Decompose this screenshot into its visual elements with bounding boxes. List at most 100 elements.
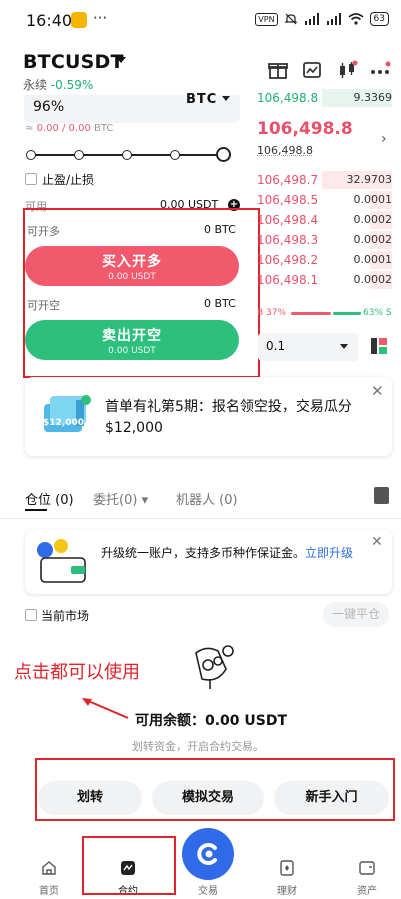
more-options-icon[interactable] (369, 59, 391, 81)
annotation-text: 点击都可以使用 (14, 662, 140, 683)
amount-percent-value[interactable]: 96% (33, 99, 64, 115)
order-history-icon[interactable] (374, 487, 389, 504)
buy-ratio: B 37% (257, 308, 287, 318)
ask-price[interactable]: 106,498.3 (257, 233, 318, 247)
status-time: 16:40 (26, 11, 73, 30)
nav-home-label[interactable]: 首页 (29, 882, 69, 897)
promo-illustration-icon (44, 395, 91, 432)
ask-price[interactable]: 106,498.1 (257, 273, 318, 287)
current-market-checkbox[interactable] (25, 609, 37, 621)
promo-badge: $12,000 (43, 418, 84, 428)
tab-orders-label: 委托 (93, 493, 120, 508)
orderbook-top-qty: 9.3369 (353, 91, 393, 104)
tab-active-underline (25, 509, 47, 511)
mark-price: 106,498.8 (257, 144, 313, 157)
unified-close-icon[interactable]: ✕ (371, 534, 383, 550)
tab-orders[interactable]: 委托(0) ▾ (93, 489, 148, 508)
balance-unit: BTC (90, 123, 114, 134)
battery-icon: 63 (369, 12, 389, 26)
tab-bots[interactable]: 机器人 (0) (176, 489, 238, 508)
slider-node-25[interactable] (74, 150, 84, 160)
calculator-icon[interactable] (301, 59, 323, 81)
ask-qty: 32.9703 (346, 173, 393, 186)
notification-app-icon (71, 12, 87, 28)
promo-close-icon[interactable]: ✕ (371, 382, 384, 400)
pair-dropdown-caret-icon[interactable] (116, 57, 126, 63)
candlestick-chart-icon[interactable] (336, 59, 358, 81)
status-bar: 16:40 ··· VPN 63 (0, 0, 401, 40)
ask-qty: 0.0002 (353, 273, 393, 286)
depth-precision-value[interactable]: 0.1 (266, 339, 285, 353)
current-market-label[interactable]: 当前市场 (41, 607, 89, 624)
balance-approx: ≈ (25, 123, 37, 134)
finance-icon[interactable] (279, 860, 295, 876)
orderbook-top-price[interactable]: 106,498.8 (257, 91, 318, 105)
empty-robot-icon (195, 645, 234, 689)
unified-account-desc: 升级统一账户，支持多币种作保证金。 (101, 546, 306, 560)
close-all-button[interactable]: 一键平仓 (323, 602, 389, 627)
beginner-guide-button[interactable]: 新手入门 (274, 781, 389, 815)
promo-text[interactable]: 首单有礼第5期：报名领空投，交易瓜分$12,000 (105, 397, 365, 439)
assets-icon[interactable] (359, 860, 375, 876)
tab-divider (0, 518, 401, 519)
sell-ratio: 63% S (363, 308, 392, 318)
upgrade-now-link[interactable]: 立即升级 (305, 546, 353, 560)
ask-qty: 0.0002 (353, 233, 393, 246)
pair-subtitle: 永续 -0.59% (23, 76, 93, 93)
tab-bots-label: 机器人 (176, 493, 216, 508)
wallet-illustration-icon (37, 539, 86, 583)
coin-unit-select[interactable]: BTC (186, 92, 217, 107)
slider-node-75[interactable] (170, 150, 180, 160)
annotation-frame-contract-tab (82, 836, 176, 895)
tab-positions-count: (0) (55, 493, 74, 508)
vpn-icon: VPN (255, 12, 278, 26)
contract-type: 永续 (23, 78, 48, 92)
ask-price[interactable]: 106,498.7 (257, 173, 318, 187)
transfer-button[interactable]: 划转 (38, 781, 142, 815)
balance-line: ≈ 0.00 / 0.00 BTC (25, 123, 113, 134)
tpsl-label[interactable]: 止盈/止损 (42, 171, 94, 188)
unified-account-text: 升级统一账户，支持多币种作保证金。立即升级 (101, 544, 366, 563)
price-change: -0.59% (50, 78, 94, 92)
ask-price[interactable]: 106,498.2 (257, 253, 318, 267)
ask-qty: 0.0002 (353, 213, 393, 226)
annotation-arrow-icon (82, 698, 129, 719)
gift-icon[interactable] (267, 59, 289, 81)
slider-node-50[interactable] (122, 150, 132, 160)
trade-logo-icon (197, 843, 217, 865)
signal-icon (304, 13, 319, 25)
buy-ratio-bar (291, 312, 331, 315)
ask-qty: 0.0001 (353, 193, 393, 206)
available-balance: 可用余额：0.00 USDT (135, 713, 288, 729)
tab-orders-count: (0) (119, 493, 138, 508)
tpsl-checkbox[interactable] (25, 173, 37, 185)
wifi-icon (348, 13, 364, 25)
pair-title[interactable]: BTCUSDT (23, 51, 124, 73)
tab-orders-caret-icon[interactable]: ▾ (142, 493, 149, 508)
slider-node-0[interactable] (26, 150, 36, 160)
tab-positions-label: 仓位 (25, 493, 52, 508)
demo-trading-button[interactable]: 模拟交易 (152, 781, 264, 815)
depth-dropdown-caret-icon[interactable] (340, 344, 348, 349)
last-price[interactable]: 106,498.8 (257, 119, 353, 139)
chevron-right-icon[interactable]: › (381, 131, 387, 147)
status-more-dots: ··· (93, 9, 108, 27)
nav-assets-label[interactable]: 资产 (347, 882, 387, 897)
ask-price[interactable]: 106,498.5 (257, 193, 318, 207)
tab-positions[interactable]: 仓位 (0) (25, 489, 74, 508)
status-indicators: VPN 63 (255, 12, 389, 26)
home-icon[interactable] (41, 860, 57, 876)
nav-finance-label[interactable]: 理财 (267, 882, 307, 897)
coin-dropdown-caret-icon[interactable] (222, 96, 230, 101)
slider-knob[interactable] (216, 147, 231, 162)
sell-ratio-bar (333, 312, 361, 315)
signal-icon-2 (326, 13, 341, 25)
ask-qty: 0.0001 (353, 253, 393, 266)
nav-trade-label[interactable]: 交易 (188, 882, 228, 897)
transfer-hint: 划转资金，开启合约交易。 (132, 740, 264, 753)
ask-price[interactable]: 106,498.4 (257, 213, 318, 227)
tab-bots-count: (0) (219, 493, 238, 508)
orderbook-layout-icon[interactable] (371, 338, 387, 354)
mute-icon (284, 13, 297, 25)
annotation-frame-trade-buttons (23, 208, 260, 378)
